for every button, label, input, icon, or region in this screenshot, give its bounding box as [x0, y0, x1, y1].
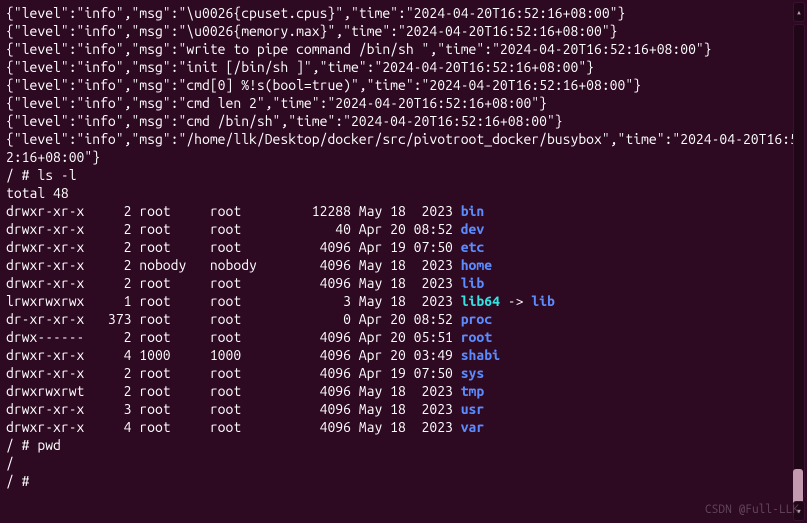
ls-name: proc [461, 311, 492, 327]
log-line: {"level":"info","msg":"\u0026{cpuset.cpu… [6, 4, 801, 22]
pwd-output: / [6, 454, 801, 472]
ls-row: lrwxrwxrwx 1 root root 3 May 18 2023 lib… [6, 292, 801, 310]
log-line: {"level":"info","msg":"init [/bin/sh ]",… [6, 58, 801, 76]
log-line: {"level":"info","msg":"cmd len 2","time"… [6, 94, 801, 112]
log-line: {"level":"info","msg":"write to pipe com… [6, 40, 801, 58]
ls-name: root [461, 329, 492, 345]
ls-name: var [461, 419, 485, 435]
ls-name: tmp [461, 383, 485, 399]
shell-prompt-pwd: / # pwd [6, 436, 801, 454]
ls-row: drwxr-xr-x 2 root root 4096 May 18 2023 … [6, 274, 801, 292]
log-line: {"level":"info","msg":"/home/llk/Desktop… [6, 130, 801, 166]
scrollbar: ▴ ▾ [791, 0, 805, 523]
ls-row: drwxr-xr-x 4 1000 1000 4096 Apr 20 03:49… [6, 346, 801, 364]
ls-row: drwxr-xr-x 2 root root 40 Apr 20 08:52 d… [6, 220, 801, 238]
ls-link-target: lib [531, 293, 555, 309]
log-line: {"level":"info","msg":"cmd /bin/sh","tim… [6, 112, 801, 130]
ls-name: bin [461, 203, 485, 219]
ls-name: shabi [461, 347, 500, 363]
shell-prompt: / # [6, 472, 801, 490]
ls-row: drwxr-xr-x 3 root root 4096 May 18 2023 … [6, 400, 801, 418]
log-line: {"level":"info","msg":"cmd[0] %!s(bool=t… [6, 76, 801, 94]
ls-name: etc [461, 239, 485, 255]
watermark: CSDN @Full-LLK [705, 501, 799, 519]
scrollbar-track[interactable] [793, 24, 805, 499]
scroll-up-button[interactable]: ▴ [793, 2, 805, 22]
ls-row: drwxr-xr-x 2 root root 4096 Apr 19 07:50… [6, 238, 801, 256]
terminal-output[interactable]: {"level":"info","msg":"\u0026{cpuset.cpu… [6, 4, 801, 490]
ls-row: drwxrwxrwt 2 root root 4096 May 18 2023 … [6, 382, 801, 400]
ls-name: dev [461, 221, 485, 237]
ls-name: lib64 [461, 293, 500, 309]
ls-name: sys [461, 365, 485, 381]
log-line: {"level":"info","msg":"\u0026{memory.max… [6, 22, 801, 40]
ls-row: drwx------ 2 root root 4096 Apr 20 05:51… [6, 328, 801, 346]
ls-row: drwxr-xr-x 2 root root 4096 Apr 19 07:50… [6, 364, 801, 382]
shell-prompt-ls: / # ls -l [6, 166, 801, 184]
ls-row: drwxr-xr-x 2 root root 12288 May 18 2023… [6, 202, 801, 220]
ls-row: drwxr-xr-x 2 nobody nobody 4096 May 18 2… [6, 256, 801, 274]
ls-total: total 48 [6, 184, 801, 202]
ls-row: dr-xr-xr-x 373 root root 0 Apr 20 08:52 … [6, 310, 801, 328]
ls-name: home [461, 257, 492, 273]
ls-name: usr [461, 401, 485, 417]
ls-row: drwxr-xr-x 4 root root 4096 May 18 2023 … [6, 418, 801, 436]
ls-name: lib [461, 275, 485, 291]
